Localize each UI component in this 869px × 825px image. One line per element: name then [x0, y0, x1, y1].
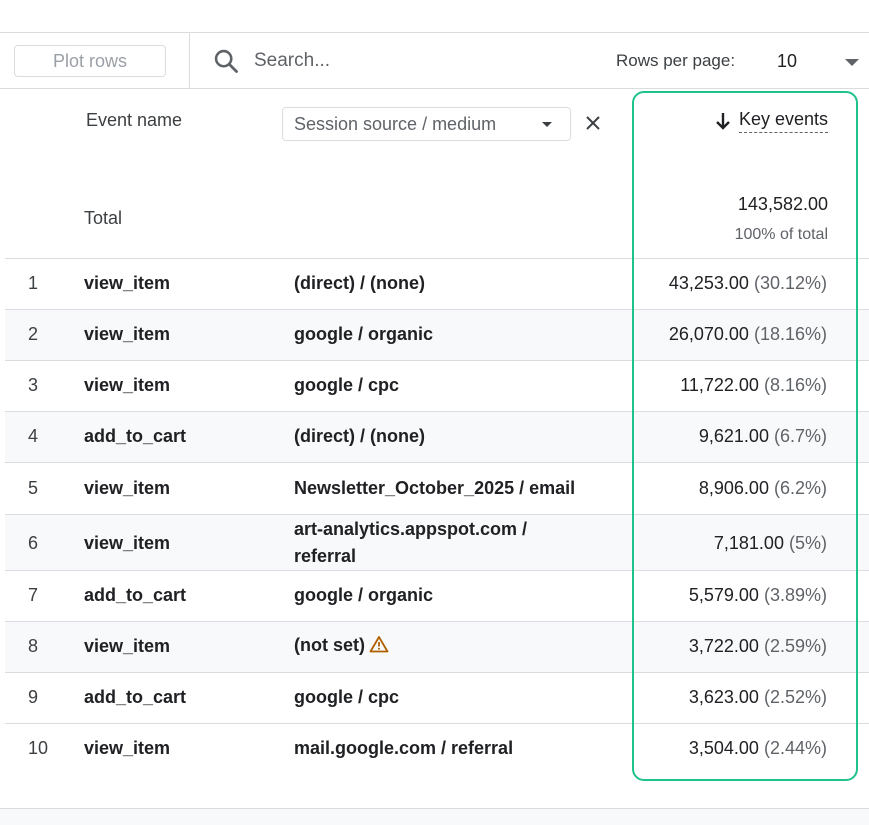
key-events-percent: (2.44%) [763, 738, 827, 758]
row-number: 7 [28, 585, 39, 605]
table-row: 4 add_to_cart (direct) / (none) 9,621.00… [5, 411, 869, 462]
event-name-cell: view_item [84, 636, 171, 656]
source-medium-cell: google / cpc [294, 375, 400, 395]
source-medium-cell: (direct) / (none) [294, 273, 425, 293]
source-medium-cell: mail.google.com / referral [294, 738, 514, 758]
source-medium-cell: art-analytics.appspot.com / referral [294, 519, 528, 566]
key-events-value: 11,722.00 [680, 375, 759, 395]
rows-per-page-select[interactable]: 10 [777, 51, 797, 72]
table-row: 1 view_item (direct) / (none) 43,253.00 … [5, 258, 869, 309]
key-events-cell: 5,579.00 (3.89%) [689, 585, 827, 606]
table-row: 9 add_to_cart google / cpc 3,623.00 (2.5… [5, 672, 869, 723]
arrow-down-icon [716, 113, 730, 130]
key-events-percent: (6.7%) [773, 426, 827, 446]
toolbar-divider [189, 33, 190, 89]
secondary-dimension-dropdown[interactable]: Session source / medium [282, 107, 571, 141]
event-name-cell: view_item [84, 478, 171, 498]
table-footer [0, 809, 869, 825]
key-events-cell: 7,181.00 (5%) [714, 533, 827, 554]
close-icon[interactable] [583, 113, 603, 133]
key-events-cell: 26,070.00 (18.16%) [669, 324, 827, 345]
source-medium-cell: google / organic [294, 585, 434, 605]
total-percent: 100% of total [734, 226, 828, 243]
total-label: Total [84, 208, 123, 228]
key-events-percent: (6.2%) [773, 478, 827, 498]
source-medium-cell: (direct) / (none) [294, 426, 425, 446]
column-header-key-events[interactable]: Key events [713, 109, 828, 133]
row-number: 4 [28, 426, 39, 446]
row-number: 6 [28, 533, 39, 553]
source-medium-cell: google / organic [294, 324, 434, 344]
key-events-value: 9,621.00 [698, 426, 769, 446]
event-name-cell: view_item [84, 533, 171, 553]
row-number: 9 [28, 687, 39, 707]
row-number: 3 [28, 375, 39, 395]
key-events-cell: 9,621.00 (6.7%) [699, 426, 827, 447]
event-name-cell: view_item [84, 375, 171, 395]
key-events-value: 43,253.00 [668, 273, 749, 293]
key-events-cell: 3,623.00 (2.52%) [689, 687, 827, 708]
source-medium-text: (not set) [294, 635, 365, 655]
key-events-percent: (3.89%) [763, 585, 827, 605]
table-row: 3 view_item google / cpc 11,722.00 (8.16… [5, 360, 869, 411]
event-name-cell: view_item [84, 738, 171, 758]
total-value: 143,582.00 [737, 194, 828, 214]
key-events-value: 3,623.00 [688, 687, 759, 707]
key-events-cell: 3,504.00 (2.44%) [689, 738, 827, 759]
dropdown-caret-icon [542, 122, 552, 127]
key-events-cell: 3,722.00 (2.59%) [689, 636, 827, 657]
source-medium-cell: Newsletter_October_2025 / email [294, 478, 576, 498]
key-events-value: 3,722.00 [688, 636, 759, 656]
key-events-value: 5,579.00 [688, 585, 759, 605]
rows-per-page-label: Rows per page: [616, 51, 736, 70]
source-medium-cell: (not set) [294, 632, 614, 659]
key-events-percent: (2.59%) [763, 636, 827, 656]
table-row: 2 view_item google / organic 26,070.00 (… [5, 309, 869, 360]
key-events-cell: 43,253.00 (30.12%) [669, 273, 827, 294]
key-events-value: 7,181.00 [713, 533, 784, 553]
row-number: 2 [28, 324, 39, 344]
warning-icon[interactable] [369, 635, 389, 653]
table-row: 7 add_to_cart google / organic 5,579.00 … [5, 570, 869, 621]
search-icon[interactable] [212, 47, 240, 75]
table-row: 10 view_item mail.google.com / referral … [5, 723, 869, 775]
event-name-cell: add_to_cart [84, 426, 187, 446]
plot-rows-label: Plot rows [52, 50, 128, 71]
key-events-cell: 11,722.00 (8.16%) [680, 375, 827, 396]
key-events-percent: (8.16%) [763, 375, 827, 395]
event-name-cell: add_to_cart [84, 687, 187, 707]
column-header-event-name[interactable]: Event name [86, 110, 182, 131]
key-events-percent: (5%) [788, 533, 827, 553]
row-number: 8 [28, 636, 39, 656]
key-events-value: 26,070.00 [668, 324, 749, 344]
source-medium-cell: google / cpc [294, 687, 400, 707]
table-row: 5 view_item Newsletter_October_2025 / em… [5, 462, 869, 514]
event-name-cell: view_item [84, 324, 171, 344]
table-row: 8 view_item (not set) 3,722.00 (2.59%) [5, 621, 869, 672]
table-body: 1 view_item (direct) / (none) 43,253.00 … [5, 258, 869, 775]
event-name-cell: view_item [84, 273, 171, 293]
table-row: 6 view_item art-analytics.appspot.com / … [5, 514, 869, 570]
key-events-value: 3,504.00 [688, 738, 759, 758]
table-toolbar: Plot rows Search... Rows per page: 10 [0, 32, 869, 89]
plot-rows-button[interactable]: Plot rows [14, 45, 166, 77]
event-name-cell: add_to_cart [84, 585, 187, 605]
secondary-dimension-label: Session source / medium [294, 114, 497, 134]
key-events-label: Key events [738, 109, 828, 133]
key-events-percent: (2.52%) [763, 687, 827, 707]
key-events-value: 8,906.00 [698, 478, 769, 498]
row-number: 10 [28, 738, 49, 758]
row-number: 5 [28, 478, 39, 498]
key-events-percent: (30.12%) [753, 273, 827, 293]
key-events-cell: 8,906.00 (6.2%) [699, 478, 827, 499]
search-input[interactable]: Search... [254, 50, 330, 72]
key-events-percent: (18.16%) [753, 324, 827, 344]
row-number: 1 [28, 273, 39, 293]
chevron-down-icon[interactable] [845, 59, 859, 66]
